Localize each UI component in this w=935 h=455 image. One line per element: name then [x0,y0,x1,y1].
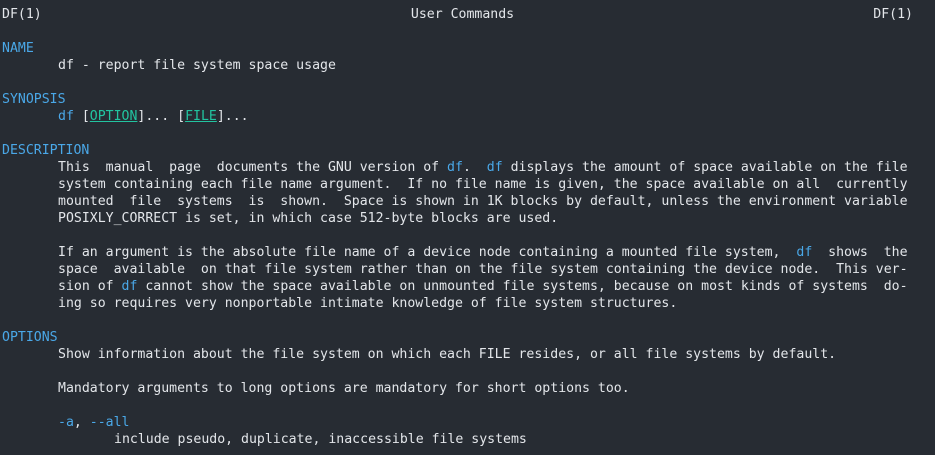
df-keyword: df [796,245,813,260]
desc-text: shows the [812,245,908,260]
option-all-separator: , [73,415,90,430]
header-right: DF(1) [873,7,913,22]
desc-text: displays the amount of space available o… [502,160,908,175]
description-p2-line3: sion of df cannot show the space availab… [58,278,908,295]
options-mandatory-note: Mandatory arguments to long options are … [58,381,630,396]
option-all-description: include pseudo, duplicate, inaccessible … [114,432,527,447]
synopsis-option-arg: OPTION [89,109,138,124]
desc-text: This manual page documents the GNU versi… [58,160,448,175]
options-intro: Show information about the file system o… [58,347,837,362]
section-options-heading: OPTIONS [2,330,58,345]
man-page-terminal[interactable]: DF(1) User Commands DF(1) NAME df - repo… [0,0,935,455]
desc-text: cannot show the space available on unmou… [137,279,908,294]
synopsis-line: df [OPTION]... [FILE]... [58,108,249,125]
description-p1-line1: This manual page documents the GNU versi… [58,159,908,176]
description-p1-line2: system containing each file name argumen… [58,177,908,192]
section-description-heading: DESCRIPTION [2,143,90,158]
option-all-short: -a [58,415,74,430]
section-name-heading: NAME [2,41,34,56]
synopsis-mid: ]... [ [137,109,186,124]
name-description: df - report file system space usage [58,58,336,73]
description-p1-line3: mounted file systems is shown. Space is … [58,194,908,209]
desc-text: If an argument is the absolute file name… [58,245,797,260]
synopsis-bracket-open: [ [73,109,90,124]
description-p2-line1: If an argument is the absolute file name… [58,244,908,261]
df-keyword: df [486,160,503,175]
description-p1-line4: POSIXLY_CORRECT is set, in which case 51… [58,211,559,226]
section-synopsis-heading: SYNOPSIS [2,92,66,107]
desc-text: sion of [58,279,122,294]
header-center-title: User Commands [410,7,515,22]
df-keyword: df [447,160,463,175]
synopsis-file-arg: FILE [185,109,217,124]
df-keyword: df [121,279,138,294]
synopsis-bracket-close: ]... [216,109,249,124]
option-all-long: --all [89,415,130,430]
description-p2-line4: ing so requires very nonportable intimat… [58,296,678,311]
option-all-flags: -a, --all [58,414,129,431]
desc-text: . [462,160,487,175]
description-p2-line2: space available on that file system rath… [58,262,908,277]
synopsis-command: df [58,109,74,124]
